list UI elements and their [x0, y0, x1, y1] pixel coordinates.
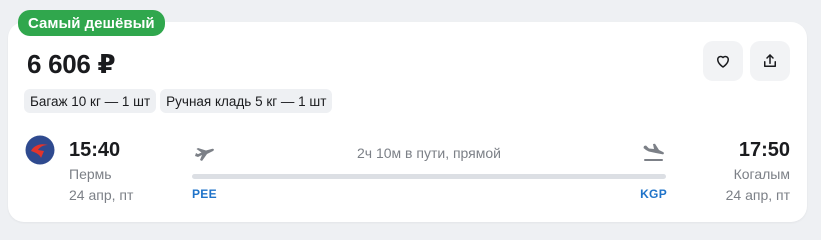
flight-duration: 2ч 10м в пути, прямой — [357, 145, 501, 161]
flight-result: Самый дешёвый 6 606 ₽ Багаж 10 кг — 1 шт… — [0, 0, 821, 232]
baggage-chips: Багаж 10 кг — 1 шт Ручная кладь 5 кг — 1… — [24, 89, 333, 113]
departure-airport-code: PEE — [192, 187, 217, 201]
route-line — [192, 174, 666, 179]
arrival-time: 17:50 — [738, 139, 790, 161]
arrival-date: 24 апр, пт — [725, 187, 790, 203]
share-icon — [764, 54, 776, 67]
departure-city: Пермь — [69, 166, 112, 182]
arrival-city: Когалым — [733, 166, 790, 182]
favorite-button[interactable] — [703, 41, 743, 81]
arrival-airport-code: KGP — [640, 187, 667, 201]
airline-logo-icon — [25, 135, 55, 165]
share-button[interactable] — [750, 41, 790, 81]
heart-icon — [717, 55, 729, 68]
ticket-price: 6 606 ₽ — [27, 49, 116, 79]
landing-icon — [643, 143, 664, 161]
hand-luggage-chip: Ручная кладь 5 кг — 1 шт — [160, 89, 333, 113]
cheapest-badge: Самый дешёвый — [18, 10, 165, 36]
baggage-chip: Багаж 10 кг — 1 шт — [24, 89, 157, 113]
departure-time: 15:40 — [69, 139, 121, 161]
departure-date: 24 апр, пт — [69, 187, 134, 203]
